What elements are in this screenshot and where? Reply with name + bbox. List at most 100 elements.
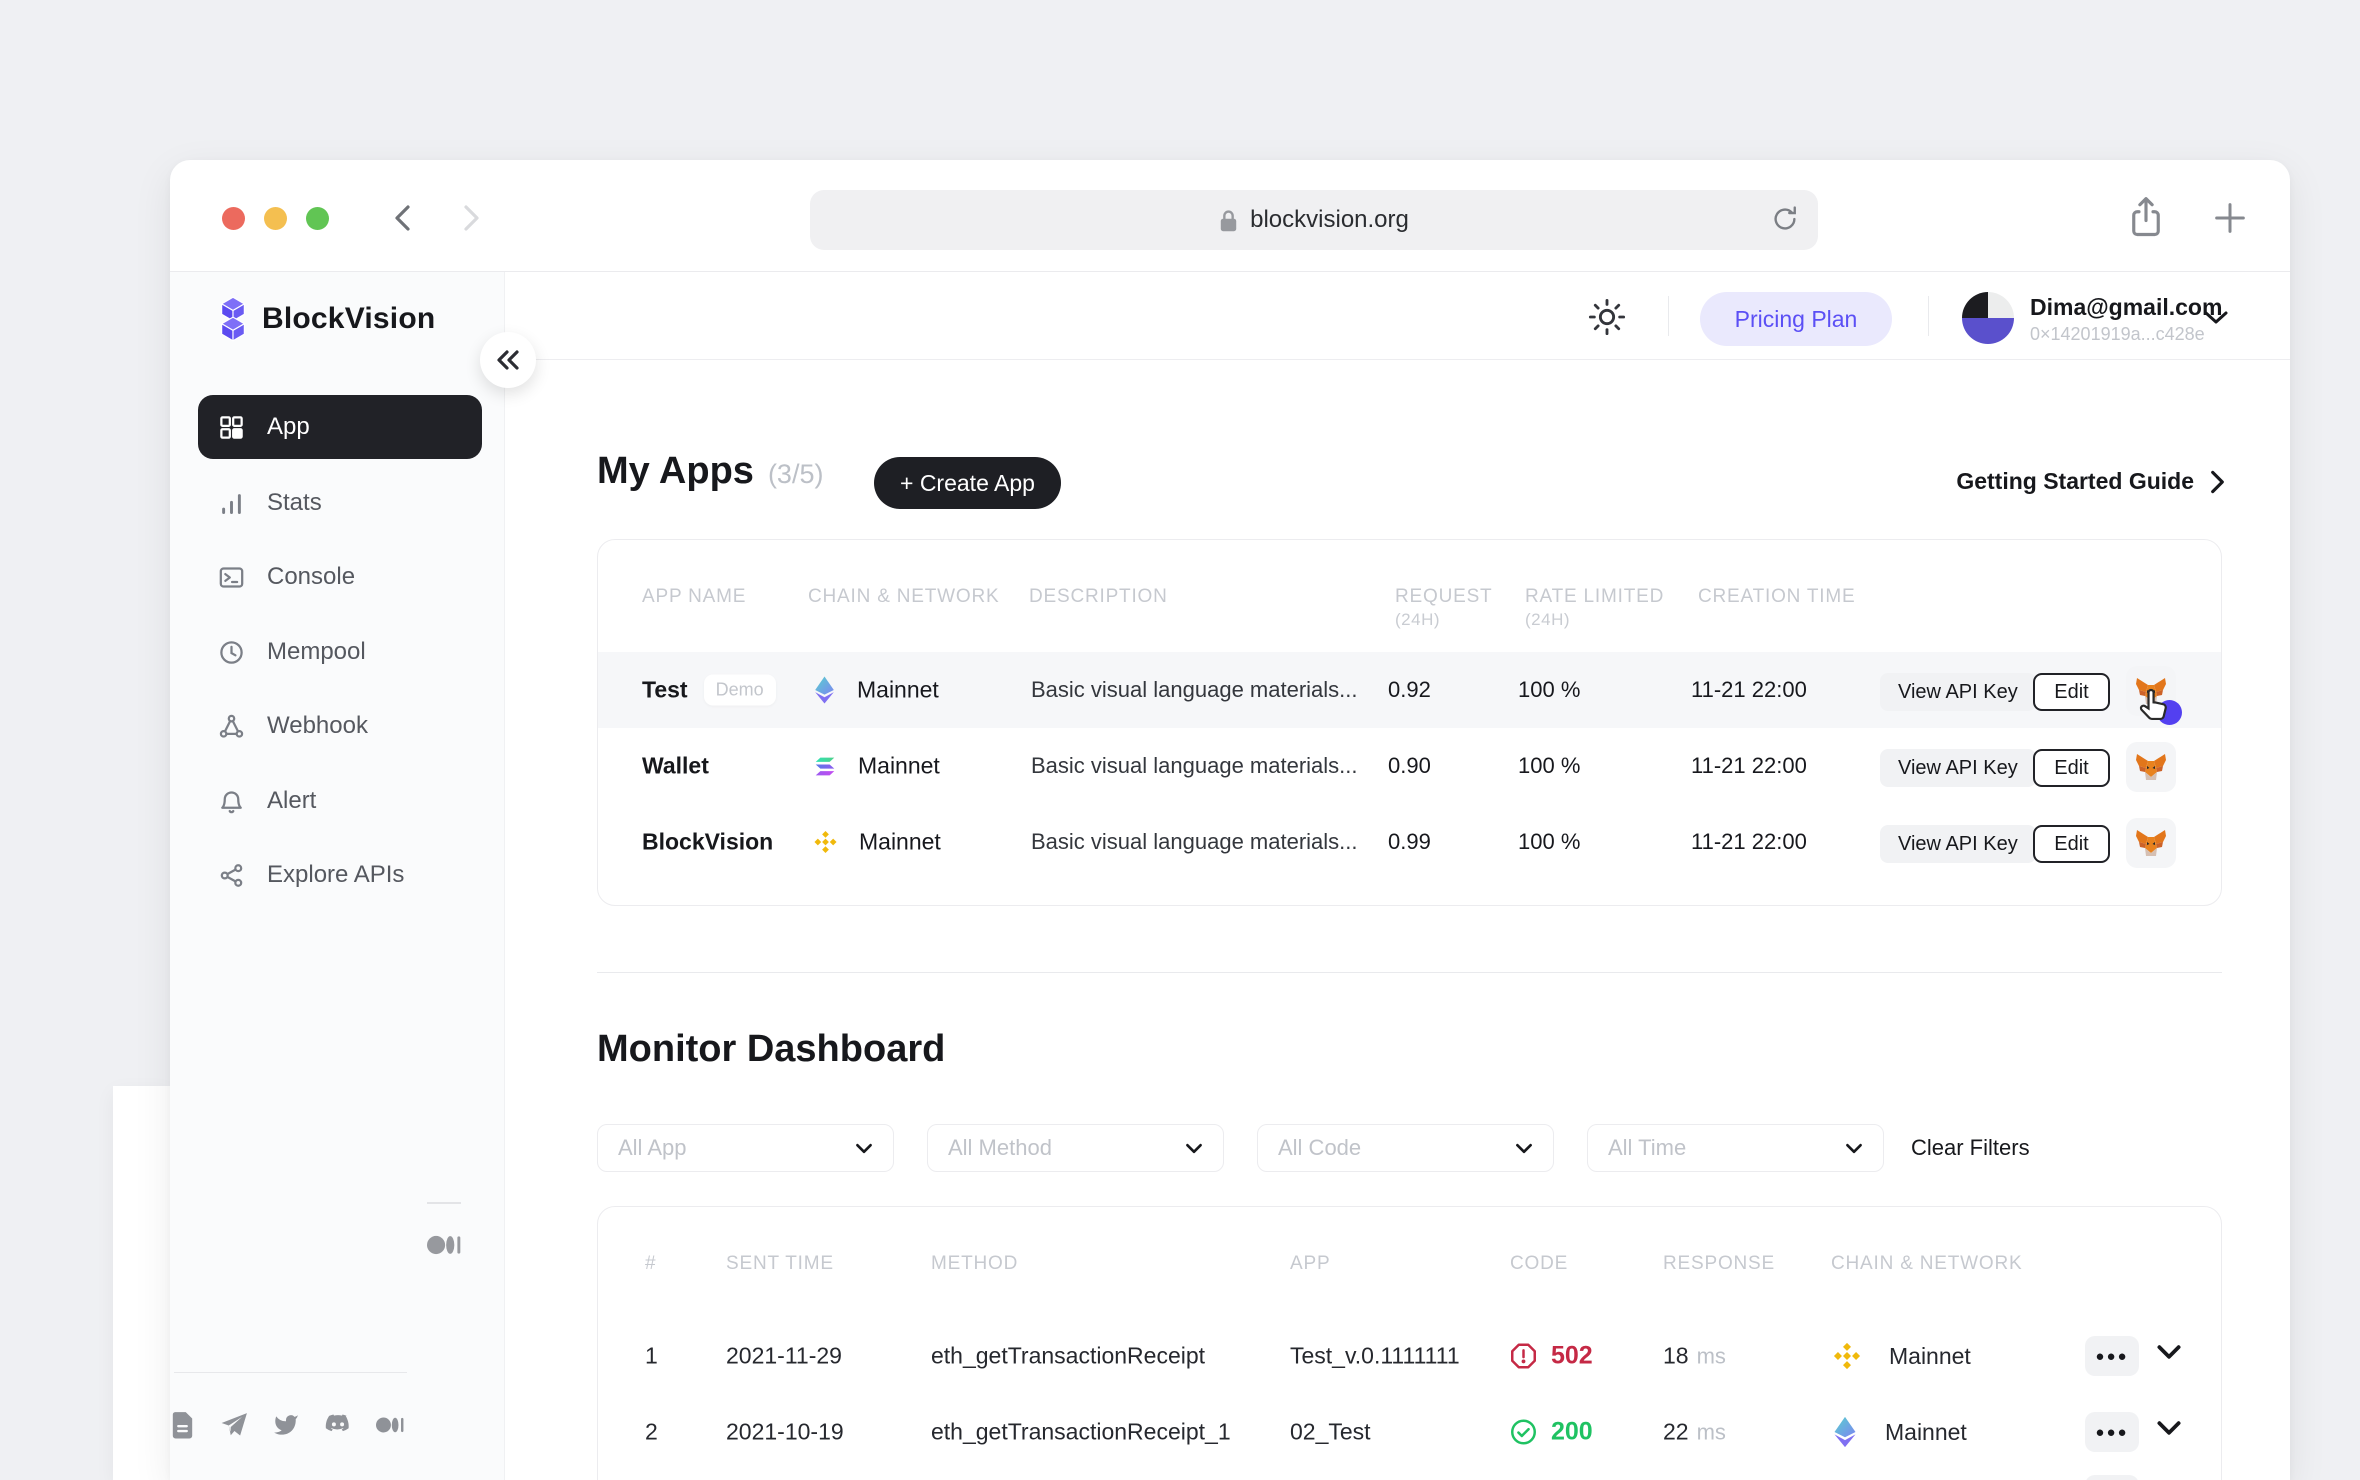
app-cell: Test_v.0.1111111 [1290, 1343, 1460, 1370]
demo-badge: Demo [704, 675, 776, 706]
metamask-fox-icon [2135, 752, 2167, 782]
sidebar-item-explore-apis[interactable]: Explore APIs [198, 838, 482, 912]
theme-toggle-button[interactable] [1588, 298, 1626, 341]
chain-cell: Mainnet [812, 753, 940, 780]
pricing-plan-button[interactable]: Pricing Plan [1700, 292, 1892, 346]
new-tab-button[interactable] [2210, 198, 2250, 243]
network-label: Mainnet [857, 677, 939, 704]
widget-divider [427, 1202, 461, 1204]
expand-row-button[interactable] [2156, 1344, 2182, 1365]
column-header-sub: (24H) [1525, 610, 1570, 630]
edit-button[interactable]: Edit [2033, 673, 2110, 711]
code-cell: 200 [1510, 1418, 1593, 1447]
column-header: CREATION TIME [1698, 586, 1855, 608]
app-grid-icon [218, 414, 245, 441]
double-chevron-left-icon [495, 349, 521, 371]
filter-placeholder: All Method [948, 1135, 1052, 1161]
description-cell: Basic visual language materials... [1031, 829, 1358, 855]
collapse-sidebar-button[interactable] [480, 332, 536, 388]
metamask-button[interactable] [2126, 742, 2176, 792]
share-nodes-icon [218, 862, 245, 889]
topbar-divider [1668, 296, 1669, 336]
column-header: CHAIN & NETWORK [1831, 1253, 2022, 1275]
view-api-key-button[interactable]: View API Key [1880, 825, 2036, 863]
traffic-close-button[interactable] [222, 207, 245, 230]
monitor-table: # SENT TIME METHOD APP CODE RESPONSE CHA… [597, 1206, 2222, 1480]
sun-icon [1588, 298, 1626, 336]
bell-icon [218, 788, 245, 815]
background-window-corner [113, 1086, 170, 1480]
code-value: 200 [1551, 1418, 1593, 1447]
app-name: Test [642, 677, 688, 704]
view-api-key-button[interactable]: View API Key [1880, 673, 2036, 711]
expand-row-button[interactable] [2156, 1420, 2182, 1441]
back-button[interactable] [386, 200, 420, 236]
response-unit: ms [1697, 1420, 1726, 1445]
column-header: CODE [1510, 1253, 1568, 1275]
telegram-icon[interactable] [220, 1410, 248, 1440]
discord-icon[interactable] [324, 1410, 352, 1440]
traffic-minimize-button[interactable] [264, 207, 287, 230]
back-icon [391, 202, 415, 234]
metamask-button[interactable] [2126, 818, 2176, 868]
app-name: BlockVision [642, 829, 773, 856]
sidebar-item-webhook[interactable]: Webhook [198, 689, 482, 763]
response-value: 22 [1663, 1419, 1689, 1445]
brand[interactable]: BlockVision [216, 296, 435, 342]
chain-cell: Mainnet [1831, 1340, 1971, 1372]
app-name-cell: Test Demo [642, 675, 776, 706]
avatar[interactable] [1962, 292, 2014, 344]
filter-all-time[interactable]: All Time [1587, 1124, 1884, 1172]
plus-icon [2210, 198, 2250, 238]
response-cell: 22 ms [1663, 1419, 1726, 1446]
getting-started-guide-link[interactable]: Getting Started Guide [1956, 468, 2225, 495]
medium-icon [427, 1234, 461, 1261]
my-apps-heading: My Apps(3/5) [597, 450, 823, 493]
docs-icon[interactable] [168, 1410, 196, 1440]
column-header: APP [1290, 1253, 1330, 1275]
sidebar-item-console[interactable]: Console [198, 540, 482, 614]
clock-icon [218, 639, 245, 666]
address-bar[interactable]: blockvision.org [810, 190, 1818, 250]
column-header: DESCRIPTION [1029, 586, 1168, 608]
row-actions-button[interactable]: ●●● [2085, 1412, 2139, 1452]
topbar: Pricing Plan Dima@gmail.com 0×14201919a.… [505, 272, 2290, 360]
code-cell: 502 [1510, 1342, 1593, 1371]
method-cell: eth_getTransactionReceipt [931, 1343, 1205, 1370]
filter-all-method[interactable]: All Method [927, 1124, 1224, 1172]
edit-button[interactable]: Edit [2033, 825, 2110, 863]
account-menu-button[interactable] [2202, 308, 2230, 331]
create-app-button[interactable]: + Create App [874, 457, 1061, 509]
chain-cell: Mainnet [1831, 1415, 1967, 1449]
traffic-zoom-button[interactable] [306, 207, 329, 230]
filter-all-code[interactable]: All Code [1257, 1124, 1554, 1172]
filter-all-app[interactable]: All App [597, 1124, 894, 1172]
sidebar-item-app[interactable]: App [198, 395, 482, 459]
chevron-right-icon [2210, 470, 2225, 494]
sidebar-item-mempool[interactable]: Mempool [198, 615, 482, 689]
share-button[interactable] [2125, 194, 2167, 245]
table-row: 1 2021-11-29 eth_getTransactionReceipt T… [598, 1318, 2221, 1394]
forward-button[interactable] [454, 200, 488, 236]
view-api-key-button[interactable]: View API Key [1880, 749, 2036, 787]
reload-button[interactable] [1770, 204, 1800, 239]
row-number: 1 [645, 1343, 658, 1370]
clear-filters-button[interactable]: Clear Filters [1911, 1124, 2030, 1172]
network-label: Mainnet [859, 829, 941, 856]
response-cell: 18ms [1663, 1343, 1726, 1370]
edit-button[interactable]: Edit [2033, 749, 2110, 787]
sidebar-item-label: Explore APIs [267, 861, 404, 889]
medium-icon[interactable] [376, 1410, 404, 1440]
sent-time-cell: 2021-10-19 [726, 1419, 844, 1446]
sidebar-item-alert[interactable]: Alert [198, 764, 482, 838]
twitter-icon[interactable] [272, 1410, 300, 1440]
column-header: CHAIN & NETWORK [808, 586, 999, 608]
rate-cell: 100 % [1518, 753, 1580, 779]
solana-icon [812, 753, 838, 779]
app-name: Wallet [642, 753, 709, 780]
sidebar-item-stats[interactable]: Stats [198, 466, 482, 540]
app-name-cell: Wallet [642, 753, 709, 780]
error-octagon-icon [1510, 1343, 1537, 1370]
row-actions-button[interactable]: ●●● [2085, 1336, 2139, 1376]
url-text: blockvision.org [1250, 206, 1409, 234]
